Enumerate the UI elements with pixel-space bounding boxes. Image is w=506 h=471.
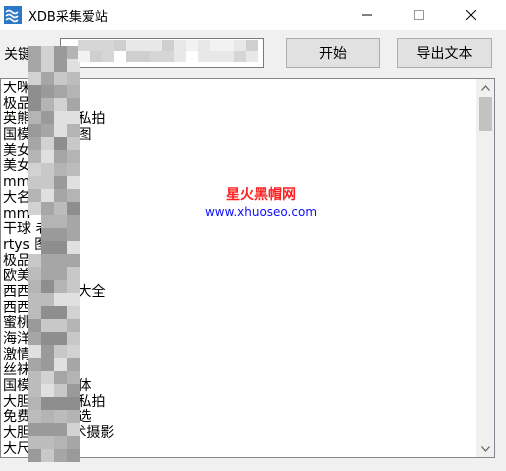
- results-textarea[interactable]: 大咪 宫极品 艺术 英熊 胆宾馆私拍 国模 门大开图 美女 美女 mm 大名 mm 干球 老阿姨…: [0, 78, 495, 458]
- chevron-up-icon: [481, 84, 490, 91]
- result-line: 大胆国 人体私拍: [3, 393, 106, 410]
- result-line: 大咪 宫: [3, 81, 50, 96]
- result-line: 大尺度 通: [3, 440, 64, 457]
- result-line: 大名: [3, 189, 31, 206]
- result-line: 极品 术照: [3, 252, 64, 269]
- client-area: 关键词 开始 导出文本 大咪 宫极品 艺术 英熊 胆宾馆私拍 国模 门大开图 美女 美女…: [0, 30, 506, 471]
- minimize-button[interactable]: [344, 0, 390, 30]
- result-line: 蜜桃网: [3, 315, 45, 332]
- result-line: 海洋 裁: [3, 331, 50, 347]
- export-text-button[interactable]: 导出文本: [397, 38, 492, 68]
- result-line: mm: [3, 205, 31, 222]
- minimize-icon: [362, 14, 372, 16]
- result-line: 英熊 胆宾馆私拍: [3, 111, 106, 128]
- result-line: 西西人: [3, 299, 45, 316]
- scroll-down-button[interactable]: [477, 440, 494, 457]
- chevron-down-icon: [481, 445, 490, 452]
- keyword-input[interactable]: [60, 38, 264, 68]
- result-line: rtys 图: [3, 236, 49, 253]
- result-line: 免费 私拍精选: [3, 409, 92, 426]
- result-line: 美女: [3, 158, 31, 175]
- scrollbar-thumb[interactable]: [479, 97, 492, 131]
- maximize-icon: [414, 10, 424, 20]
- result-list: 大咪 宫极品 艺术 英熊 胆宾馆私拍 国模 门大开图 美女 美女 mm 大名 mm 干球 老阿姨…: [3, 81, 473, 457]
- app-icon: [4, 6, 22, 24]
- result-line: 激情 桃区: [3, 346, 64, 363]
- result-line: 美女: [3, 142, 31, 159]
- maximize-button[interactable]: [396, 0, 442, 30]
- result-line: mm: [3, 174, 31, 191]
- close-icon: [466, 10, 476, 20]
- window-title: XDB采集爱站: [28, 10, 108, 25]
- result-line: 国模 门大开图: [3, 127, 92, 144]
- result-line: 丝袜美 截: [3, 362, 64, 379]
- title-bar: XDB采集爱站: [0, 0, 506, 30]
- close-button[interactable]: [448, 0, 494, 30]
- vertical-scrollbar[interactable]: [476, 79, 494, 457]
- result-line: 国模 私拍人体: [3, 378, 92, 395]
- scroll-up-button[interactable]: [477, 79, 494, 96]
- result-line: 干球 老阿姨: [3, 221, 78, 238]
- result-line: 欧美 术: [3, 268, 50, 285]
- result-line: 西西人 图片大全: [3, 283, 106, 300]
- start-button[interactable]: 开始: [286, 38, 380, 68]
- result-line: 大胆 8体艺术摄影: [3, 425, 115, 442]
- keyword-label: 关键词: [4, 47, 46, 63]
